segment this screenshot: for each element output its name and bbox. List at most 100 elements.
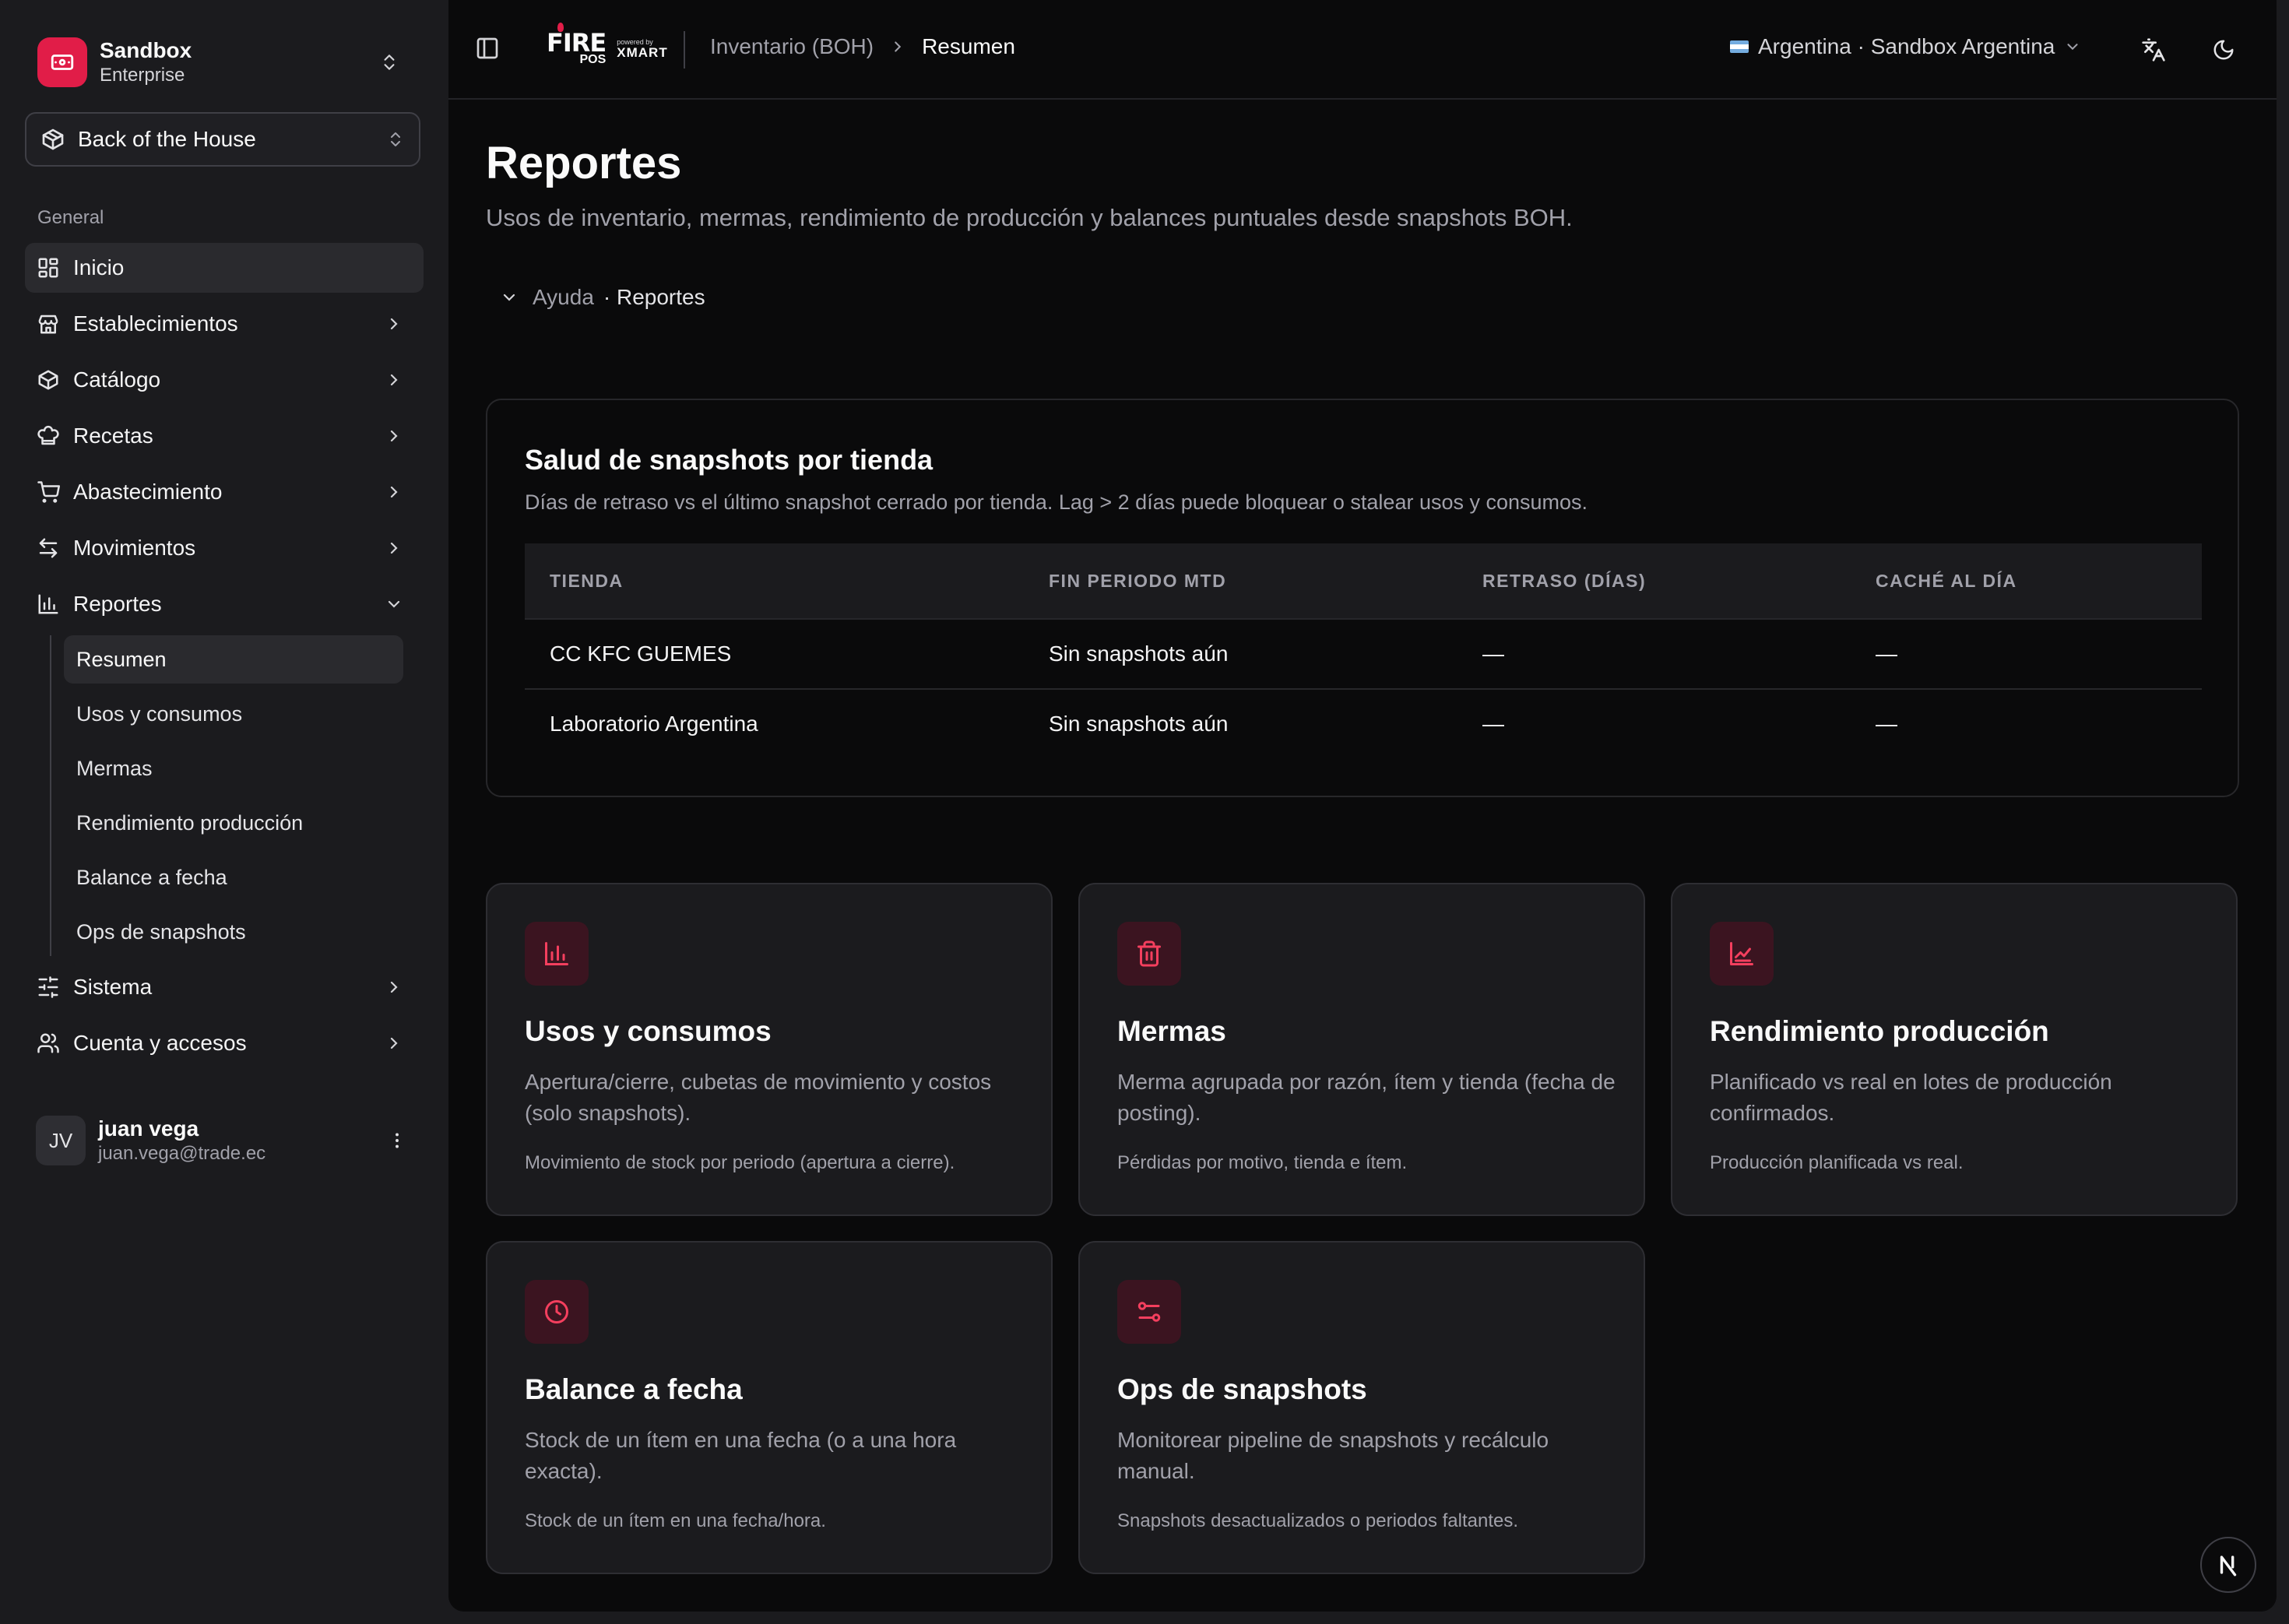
sidebar: Sandbox Enterprise Back of the House Gen… (0, 0, 448, 1624)
card-footer: Producción planificada vs real. (1710, 1152, 1964, 1173)
sidebar-item-sistema[interactable]: Sistema (25, 962, 424, 1012)
sidebar-item-label: Abastecimiento (73, 480, 223, 504)
shopping-cart-icon (36, 480, 61, 504)
topbar: FIRE POS powered by XMART Inventario (BO… (448, 0, 2277, 100)
chevrons-up-down-icon (386, 130, 405, 149)
chevron-right-icon (889, 38, 906, 55)
cell-period-end: Sin snapshots aún (1049, 712, 1229, 736)
sidebar-item-recetas[interactable]: Recetas (25, 411, 424, 461)
column-header: CACHÉ AL DÍA (1876, 570, 2017, 591)
sidebar-subitem-usos-consumos[interactable]: Usos y consumos (64, 690, 403, 738)
cell-lag: — (1482, 642, 1504, 666)
users-icon (36, 1031, 61, 1056)
chevron-right-icon (382, 975, 406, 1000)
argentina-flag-icon (1730, 40, 1749, 53)
sidebar-item-establecimientos[interactable]: Establecimientos (25, 299, 424, 349)
chevron-right-icon (382, 536, 406, 561)
card-footer: Snapshots desactualizados o periodos fal… (1117, 1510, 1519, 1531)
sidebar-section-label: General (37, 207, 104, 228)
snapshot-health-panel: Salud de snapshots por tienda Días de re… (486, 399, 2239, 797)
nextjs-devtools-icon[interactable] (2200, 1537, 2256, 1593)
sidebar-item-label: Reportes (73, 592, 162, 616)
sidebar-subitem-balance[interactable]: Balance a fecha (64, 853, 403, 902)
card-title: Usos y consumos (525, 1015, 772, 1047)
page-title: Reportes (486, 138, 682, 188)
country-selector[interactable]: Argentina · Sandbox Argentina (1730, 34, 2081, 59)
table-row: Laboratorio Argentina Sin snapshots aún … (525, 690, 2202, 758)
card-description: Planificado vs real en lotes de producci… (1710, 1070, 2112, 1125)
cell-store: CC KFC GUEMES (550, 642, 732, 666)
sidebar-subitem-rendimiento[interactable]: Rendimiento producción (64, 799, 403, 847)
breadcrumb-item[interactable]: Inventario (BOH) (710, 34, 874, 59)
module-select[interactable]: Back of the House (25, 112, 420, 167)
snapshot-health-table: TIENDA FIN PERIODO MTD RETRASO (DÍAS) CA… (525, 543, 2202, 758)
clock-icon (525, 1280, 589, 1344)
sidebar-nav: Inicio Establecimientos Catálogo Recetas (25, 243, 424, 1074)
chevron-right-icon (382, 1031, 406, 1056)
route-icon (1117, 1280, 1181, 1344)
arrow-left-right-icon (36, 536, 61, 561)
sidebar-item-cuenta-accesos[interactable]: Cuenta y accesos (25, 1018, 424, 1068)
org-plan: Enterprise (100, 65, 185, 86)
chef-hat-icon (36, 424, 61, 448)
cell-period-end: Sin snapshots aún (1049, 642, 1229, 666)
card-description: Stock de un ítem en una fecha (o a una h… (525, 1428, 957, 1483)
sidebar-subitem-ops-snapshots[interactable]: Ops de snapshots (64, 908, 403, 956)
user-email: juan.vega@trade.ec (98, 1143, 266, 1164)
cell-cache: — (1876, 642, 1897, 666)
brand-xmart: XMART (617, 45, 668, 60)
sidebar-item-label: Inicio (73, 255, 125, 279)
help-topic: · Reportes (603, 285, 705, 309)
chevron-right-icon (382, 311, 406, 336)
card-title: Mermas (1117, 1015, 1226, 1047)
org-switcher[interactable]: Sandbox Enterprise (25, 23, 414, 101)
more-vertical-icon[interactable] (385, 1128, 410, 1153)
org-name: Sandbox (100, 38, 192, 62)
package-icon (40, 127, 65, 152)
report-card-mermas[interactable]: Mermas Merma agrupada por razón, ítem y … (1078, 883, 1645, 1216)
sidebar-toggle-icon[interactable] (475, 36, 503, 64)
card-footer: Pérdidas por motivo, tienda e ítem. (1117, 1152, 1408, 1173)
report-card-ops-snapshots[interactable]: Ops de snapshots Monitorear pipeline de … (1078, 1241, 1645, 1574)
module-select-label: Back of the House (78, 127, 256, 151)
chevron-right-icon (382, 480, 406, 504)
reportes-submenu: Resumen Usos y consumos Mermas Rendimien… (50, 635, 424, 956)
chevron-down-icon (500, 288, 519, 307)
sidebar-item-reportes[interactable]: Reportes (25, 579, 424, 629)
bar-chart-icon (36, 592, 61, 617)
sidebar-item-label: Movimientos (73, 536, 196, 560)
translate-icon[interactable] (2138, 34, 2169, 65)
sidebar-item-movimientos[interactable]: Movimientos (25, 523, 424, 573)
user-menu[interactable]: JV juan vega juan.vega@trade.ec (25, 1109, 420, 1172)
cell-store: Laboratorio Argentina (550, 712, 758, 736)
card-title: Rendimiento producción (1710, 1015, 2049, 1047)
report-card-balance[interactable]: Balance a fecha Stock de un ítem en una … (486, 1241, 1053, 1574)
moon-icon[interactable] (2208, 34, 2239, 65)
user-name: juan vega (98, 1116, 199, 1141)
brand-fire: FIRE (547, 28, 607, 58)
card-description: Merma agrupada por razón, ítem y tienda … (1117, 1070, 1616, 1125)
column-header: TIENDA (550, 570, 624, 591)
sidebar-subitem-mermas[interactable]: Mermas (64, 744, 403, 793)
sidebar-subitem-resumen[interactable]: Resumen (64, 635, 403, 684)
flame-icon (557, 23, 564, 32)
avatar: JV (36, 1116, 86, 1165)
help-label: Ayuda (533, 285, 594, 309)
sliders-icon (36, 975, 61, 1000)
page-subtitle: Usos de inventario, mermas, rendimiento … (486, 204, 1573, 231)
help-toggle[interactable]: Ayuda · Reportes (500, 285, 705, 310)
card-description: Monitorear pipeline de snapshots y recál… (1117, 1428, 1549, 1483)
column-header: FIN PERIODO MTD (1049, 570, 1227, 591)
card-description: Apertura/cierre, cubetas de movimiento y… (525, 1070, 992, 1125)
sidebar-item-label: Catálogo (73, 367, 161, 392)
sidebar-item-abastecimiento[interactable]: Abastecimiento (25, 467, 424, 517)
card-footer: Movimiento de stock por periodo (apertur… (525, 1152, 955, 1173)
report-card-rendimiento[interactable]: Rendimiento producción Planificado vs re… (1671, 883, 2238, 1216)
card-title: Balance a fecha (525, 1373, 743, 1405)
chevron-down-icon (2064, 38, 2081, 55)
column-header: RETRASO (DÍAS) (1482, 570, 1647, 591)
sidebar-item-label: Establecimientos (73, 311, 238, 336)
sidebar-item-inicio[interactable]: Inicio (25, 243, 424, 293)
report-card-usos-consumos[interactable]: Usos y consumos Apertura/cierre, cubetas… (486, 883, 1053, 1216)
sidebar-item-catalogo[interactable]: Catálogo (25, 355, 424, 405)
